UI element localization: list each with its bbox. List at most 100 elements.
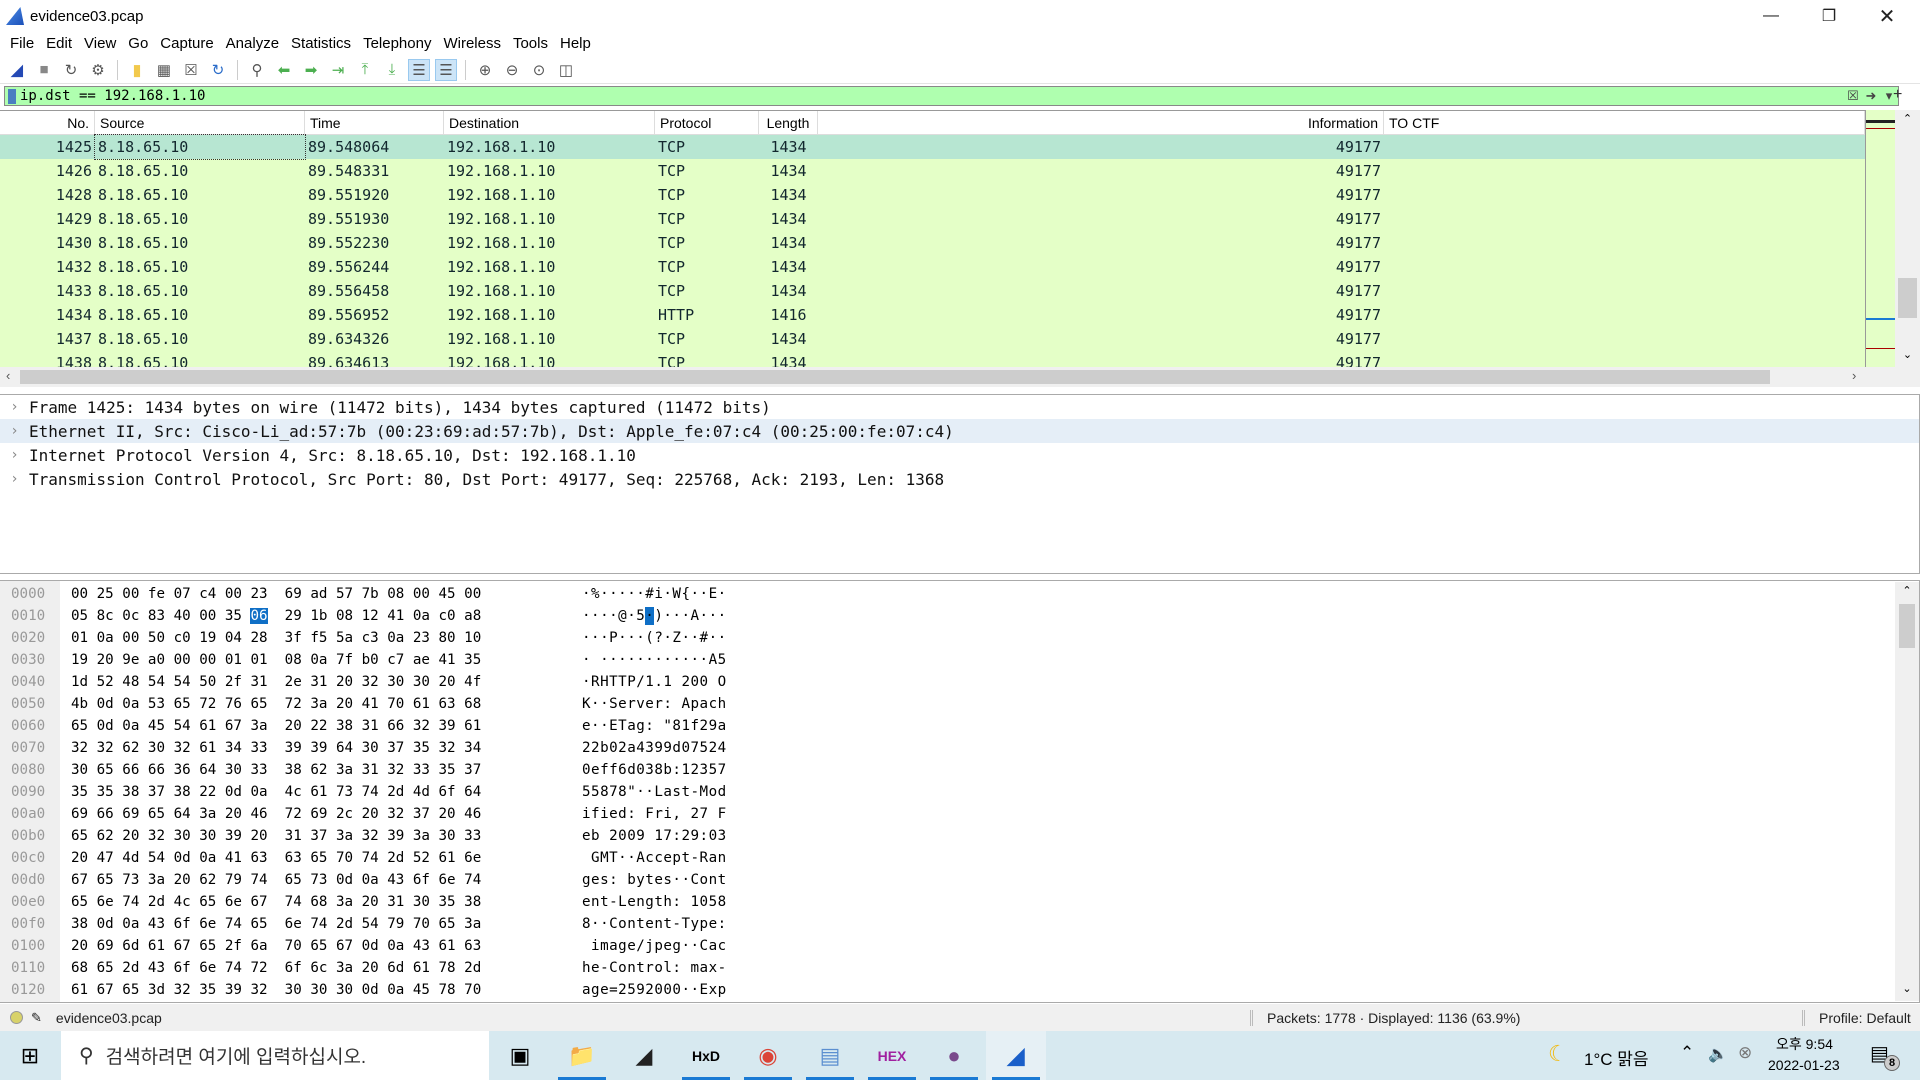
hex-byte[interactable]: 65: [285, 872, 302, 888]
taskbar-search[interactable]: ⚲ 검색하려면 여기에 입력하십시오.: [61, 1031, 489, 1080]
hex-bytes[interactable]: 1d 52 48 54 54 50 2f 31 2e 31 20 32 30 3…: [71, 671, 481, 693]
hex-byte[interactable]: 54: [148, 850, 165, 866]
hex-byte[interactable]: 6a: [250, 938, 267, 954]
hex-byte[interactable]: 48: [122, 674, 139, 690]
hex-byte[interactable]: 67: [71, 872, 88, 888]
bookmark-icon[interactable]: [8, 88, 16, 104]
menu-file[interactable]: File: [6, 35, 42, 52]
hex-byte[interactable]: 32: [148, 828, 165, 844]
hex-byte[interactable]: 20: [285, 718, 302, 734]
hex-bytes[interactable]: 32 32 62 30 32 61 34 33 39 39 64 30 37 3…: [71, 737, 481, 759]
hscroll-thumb[interactable]: [20, 370, 1770, 384]
hex-byte[interactable]: 43: [148, 916, 165, 932]
expert-info-icon[interactable]: [10, 1011, 23, 1024]
hex-byte[interactable]: 01: [250, 652, 267, 668]
hex-byte[interactable]: 68: [71, 960, 88, 976]
menu-tools[interactable]: Tools: [509, 35, 556, 52]
hex-byte[interactable]: 61: [413, 960, 430, 976]
hex-byte[interactable]: 73: [310, 872, 327, 888]
hex-byte[interactable]: 30: [387, 674, 404, 690]
hex-byte[interactable]: 00: [199, 652, 216, 668]
hex-byte[interactable]: 45: [439, 586, 456, 602]
hex-byte[interactable]: 32: [362, 674, 379, 690]
hex-byte[interactable]: 52: [413, 850, 430, 866]
colorize-icon[interactable]: ☰: [435, 58, 457, 81]
hex-byte[interactable]: 20: [336, 696, 353, 712]
notepad-icon[interactable]: ▤: [800, 1031, 860, 1080]
hex-byte[interactable]: c7: [387, 652, 404, 668]
hex-byte[interactable]: 0a: [387, 630, 404, 646]
packet-row[interactable]: 1429 8.18.65.10 89.551930 192.168.1.10 TCP 14…: [0, 207, 1865, 231]
hex-byte[interactable]: 23: [413, 630, 430, 646]
hex-byte[interactable]: 30: [413, 894, 430, 910]
hex-byte[interactable]: 3a: [148, 872, 165, 888]
hex-byte[interactable]: 83: [148, 608, 165, 624]
hex-byte[interactable]: 05: [71, 608, 88, 624]
scroll-up-icon[interactable]: ⌃: [1895, 112, 1920, 125]
scroll-down-icon[interactable]: ⌄: [1895, 982, 1919, 995]
hex-byte[interactable]: 61: [310, 784, 327, 800]
hex-byte[interactable]: c3: [362, 630, 379, 646]
hex-byte[interactable]: 43: [413, 938, 430, 954]
bytes-vertical-scrollbar[interactable]: ⌃ ⌄: [1895, 582, 1919, 1001]
hex-bytes[interactable]: 30 65 66 66 36 64 30 33 38 62 3a 31 32 3…: [71, 759, 481, 781]
hex-byte[interactable]: 2d: [387, 784, 404, 800]
hex-byte[interactable]: 66: [387, 718, 404, 734]
hex-byte[interactable]: 41: [362, 696, 379, 712]
hex-byte[interactable]: 20: [439, 806, 456, 822]
menu-go[interactable]: Go: [124, 35, 156, 52]
hex-byte[interactable]: 01: [225, 652, 242, 668]
hex-byte[interactable]: 22: [310, 718, 327, 734]
hex-byte[interactable]: 41: [225, 850, 242, 866]
hex-workshop-icon[interactable]: HEX: [862, 1031, 922, 1080]
hex-byte[interactable]: 62: [122, 740, 139, 756]
expand-arrow-icon[interactable]: ›: [0, 471, 29, 487]
hex-byte[interactable]: 31: [387, 894, 404, 910]
hex-byte[interactable]: 61: [148, 938, 165, 954]
hex-byte[interactable]: 67: [174, 938, 191, 954]
hex-ascii[interactable]: ·%·····#i·W{··E·: [582, 583, 727, 605]
hex-byte[interactable]: 65: [71, 828, 88, 844]
display-filter-input[interactable]: [20, 88, 1844, 104]
hex-byte[interactable]: 74: [225, 916, 242, 932]
go-to-packet-icon[interactable]: ⇥: [327, 59, 349, 81]
hex-byte[interactable]: 34: [225, 740, 242, 756]
hex-byte[interactable]: 20: [71, 850, 88, 866]
tray-chevron-icon[interactable]: ⌃: [1680, 1043, 1694, 1063]
hex-byte[interactable]: 40: [174, 608, 191, 624]
hex-byte[interactable]: 65: [439, 916, 456, 932]
hex-byte[interactable]: 3a: [464, 916, 481, 932]
hex-byte[interactable]: 20: [97, 652, 114, 668]
hex-byte[interactable]: 67: [336, 938, 353, 954]
add-filter-button[interactable]: +: [1893, 86, 1902, 104]
hex-byte[interactable]: 38: [285, 762, 302, 778]
hex-byte[interactable]: 61: [71, 982, 88, 998]
open-file-icon[interactable]: ▮: [126, 59, 148, 81]
column-header-to-ctf[interactable]: TO CTF: [1384, 111, 1865, 134]
hex-byte[interactable]: 66: [148, 762, 165, 778]
hex-byte[interactable]: 65: [97, 960, 114, 976]
hex-byte[interactable]: 0d: [362, 982, 379, 998]
hex-byte[interactable]: 65: [250, 916, 267, 932]
hex-byte[interactable]: 68: [310, 894, 327, 910]
hex-byte[interactable]: 20: [250, 828, 267, 844]
hex-byte[interactable]: 46: [250, 806, 267, 822]
hex-bytes[interactable]: 65 6e 74 2d 4c 65 6e 67 74 68 3a 20 31 3…: [71, 891, 481, 913]
hex-byte[interactable]: 0a: [362, 872, 379, 888]
hex-byte[interactable]: 35: [413, 740, 430, 756]
hex-byte[interactable]: 3f: [285, 630, 302, 646]
hex-byte[interactable]: 3d: [148, 982, 165, 998]
column-header-protocol[interactable]: Protocol: [655, 111, 759, 134]
hex-byte[interactable]: 70: [285, 938, 302, 954]
hex-byte[interactable]: 3a: [310, 696, 327, 712]
hex-byte[interactable]: 0d: [97, 696, 114, 712]
network-disconnected-icon[interactable]: ⊗: [1738, 1043, 1752, 1063]
hex-byte[interactable]: 74: [285, 894, 302, 910]
hex-byte[interactable]: 61: [464, 718, 481, 734]
packet-list-vertical-scrollbar[interactable]: ⌃ ⌄: [1895, 110, 1920, 367]
hex-byte[interactable]: 32: [174, 740, 191, 756]
hex-byte[interactable]: c0: [439, 608, 456, 624]
packet-row[interactable]: 1438 8.18.65.10 89.634613 192.168.1.10 TCP 14…: [0, 351, 1865, 367]
hex-byte[interactable]: 0d: [336, 872, 353, 888]
hex-byte[interactable]: 30: [439, 828, 456, 844]
